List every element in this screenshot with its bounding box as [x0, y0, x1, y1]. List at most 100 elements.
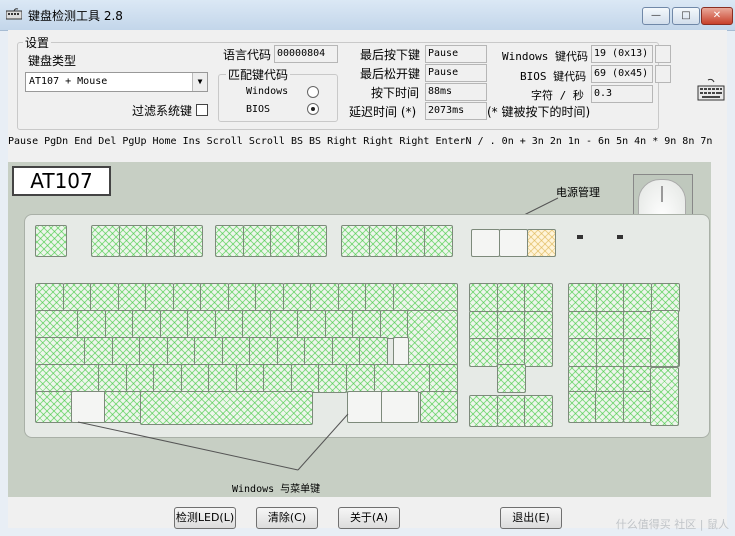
- key: [98, 364, 127, 393]
- key: [396, 225, 425, 257]
- clear-button[interactable]: 清除(C): [256, 507, 318, 529]
- key: [337, 283, 367, 312]
- key: [132, 310, 161, 339]
- key: [368, 225, 398, 257]
- key: [304, 337, 333, 366]
- key: [194, 337, 223, 366]
- detect-led-button[interactable]: 检测LED(L): [174, 507, 236, 529]
- last-release-label: 最后松开键: [360, 67, 421, 81]
- win-keycode-label: Windows 键代码: [502, 50, 588, 63]
- key: [282, 283, 312, 312]
- key: [345, 364, 375, 393]
- filter-sys-keys-label: 过滤系统键: [132, 104, 193, 118]
- key: [242, 310, 271, 339]
- delay-time-field: 2073ms: [425, 102, 487, 120]
- windows-radio[interactable]: [307, 86, 319, 98]
- key: [496, 338, 526, 367]
- key: [146, 225, 175, 257]
- key: [623, 391, 652, 423]
- key: [166, 337, 196, 366]
- key: [84, 337, 113, 366]
- key: [77, 310, 106, 339]
- winmenu-keys-label: Windows 与菜单键: [232, 484, 321, 495]
- delay-note: (* 键被按下的时间): [487, 105, 591, 119]
- last-press-field: Pause: [425, 45, 487, 63]
- press-time-label: 按下时间: [371, 86, 420, 100]
- win-keycode-field: 19 (0x13): [591, 45, 653, 63]
- key: [297, 310, 326, 339]
- key: [407, 310, 458, 366]
- key: [118, 225, 148, 257]
- key: [35, 310, 79, 339]
- kb-type-value: AT107 + Mouse: [29, 76, 108, 87]
- key: [242, 225, 272, 257]
- key: [499, 229, 528, 257]
- key: [187, 310, 216, 339]
- chars-per-sec-field: 0.3: [591, 85, 653, 103]
- key: [341, 225, 370, 257]
- key: [374, 364, 431, 393]
- key: [331, 337, 361, 366]
- key: [117, 283, 147, 312]
- key: [650, 283, 680, 312]
- key: [595, 391, 624, 423]
- key: [310, 283, 339, 312]
- key: [623, 338, 652, 367]
- key: [104, 310, 134, 339]
- key: [318, 364, 347, 393]
- close-button[interactable]: ✕: [701, 7, 733, 25]
- kb-type-select[interactable]: AT107 + Mouse ▼: [25, 72, 208, 92]
- key: [35, 225, 67, 257]
- key: [393, 283, 458, 312]
- key: [200, 283, 229, 312]
- key: [429, 364, 458, 393]
- keyboard-model-badge: AT107: [12, 166, 111, 196]
- kb-type-label: 键盘类型: [28, 54, 77, 68]
- lock-led-indicator: [577, 235, 583, 239]
- key: [595, 338, 625, 367]
- maximize-button[interactable]: □: [672, 7, 700, 25]
- key: [423, 225, 453, 257]
- keyboard-icon: [697, 78, 725, 101]
- key: [496, 283, 526, 312]
- key: [235, 364, 265, 393]
- key: [35, 337, 86, 366]
- key: [249, 337, 278, 366]
- bios-keycode-extra: [655, 65, 671, 83]
- title-bar: 键盘检测工具 2.8 — □ ✕: [0, 0, 735, 31]
- key: [35, 283, 64, 312]
- about-button[interactable]: 关于(A): [338, 507, 400, 529]
- key: [35, 364, 100, 393]
- bios-radio[interactable]: [307, 103, 319, 115]
- key: [393, 337, 409, 366]
- key: [623, 310, 652, 340]
- bios-radio-label: BIOS: [246, 104, 271, 115]
- key: [172, 283, 202, 312]
- key: [125, 364, 155, 393]
- key: [214, 310, 244, 339]
- key: [324, 310, 354, 339]
- lock-led-indicator: [617, 235, 623, 239]
- key: [139, 337, 168, 366]
- bios-keycode-field: 69 (0x45): [591, 65, 653, 83]
- key: [650, 367, 679, 426]
- key: [496, 395, 526, 427]
- key: [595, 283, 625, 312]
- filter-sys-keys-checkbox[interactable]: [196, 104, 208, 116]
- window-title: 键盘检测工具 2.8: [28, 9, 123, 23]
- key: [62, 283, 92, 312]
- press-time-field: 88ms: [425, 83, 487, 101]
- minimize-button[interactable]: —: [642, 7, 670, 25]
- key: [650, 310, 679, 367]
- key: [159, 310, 189, 339]
- lang-code-field: 00000804: [274, 45, 338, 63]
- key: [524, 310, 553, 340]
- chevron-down-icon[interactable]: ▼: [192, 73, 207, 91]
- key: [469, 310, 498, 340]
- key: [381, 391, 419, 423]
- key: [524, 338, 553, 367]
- key: [359, 337, 388, 366]
- key-history: Pause PgDn End Del PgUp Home Ins Scroll …: [8, 136, 713, 147]
- exit-button[interactable]: 退出(E): [500, 507, 562, 529]
- key: [215, 225, 244, 257]
